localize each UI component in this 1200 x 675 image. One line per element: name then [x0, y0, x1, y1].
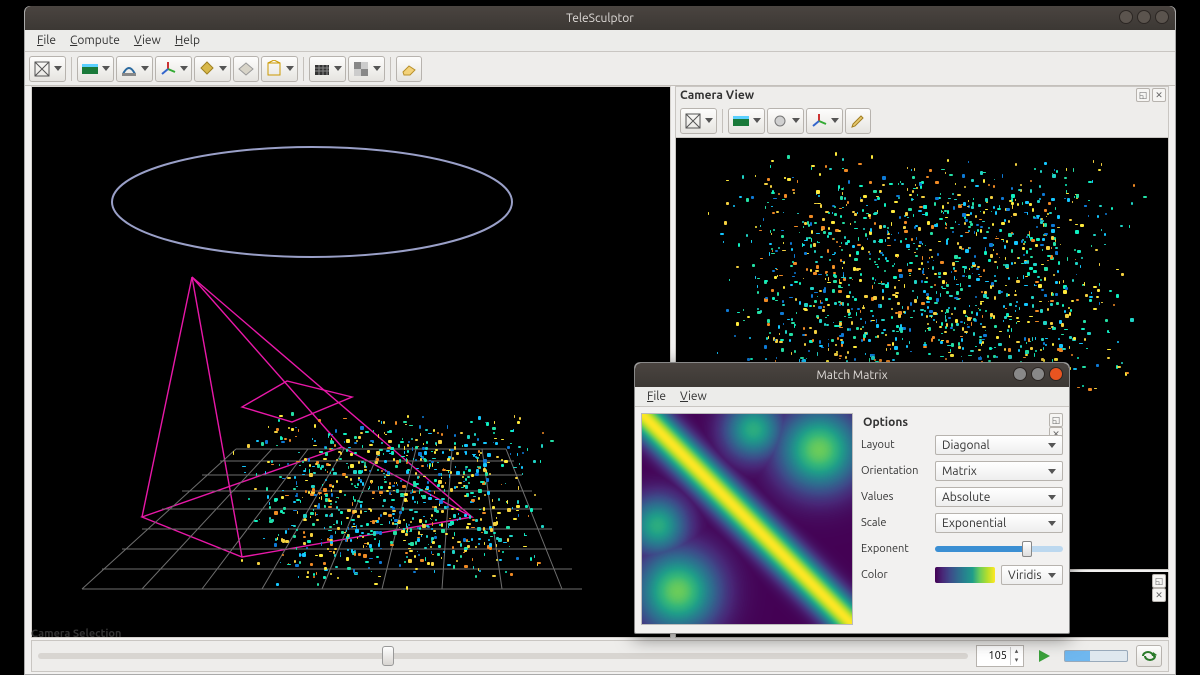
axes-button[interactable]: [155, 56, 192, 82]
camera-view-header: Camera View ◱✕: [675, 86, 1169, 104]
cv-reset-view-button[interactable]: [680, 108, 717, 134]
camera-selection-title: Camera Selection: [31, 628, 121, 640]
color-mode-button[interactable]: [77, 56, 114, 82]
wireframe-button[interactable]: [261, 56, 298, 82]
close-icon[interactable]: [1155, 10, 1169, 24]
reset-view-button[interactable]: [29, 56, 66, 82]
match-matrix-window[interactable]: Match Matrix File View Options ◱✕ Layout…: [634, 362, 1070, 634]
frame-number-input[interactable]: [977, 650, 1009, 662]
render-mode-button[interactable]: [348, 56, 385, 82]
menu-view[interactable]: View: [128, 32, 167, 49]
scale-select[interactable]: Exponential: [935, 513, 1063, 533]
maximize-icon[interactable]: [1031, 367, 1045, 381]
frame-slider[interactable]: [38, 653, 968, 659]
projection-button[interactable]: [116, 56, 153, 82]
colormap-preview: [935, 567, 995, 583]
values-label: Values: [861, 491, 929, 503]
layout-label: Layout: [861, 439, 929, 451]
eraser-button[interactable]: [396, 56, 422, 82]
color-label: Color: [861, 569, 929, 581]
menu-help[interactable]: Help: [169, 32, 206, 49]
close-panel-icon[interactable]: ✕: [1152, 588, 1166, 602]
points-button[interactable]: [194, 56, 231, 82]
landmark-point-cloud: [232, 407, 552, 587]
scale-label: Scale: [861, 517, 929, 529]
mm-menu-view[interactable]: View: [674, 388, 713, 405]
loop-button[interactable]: [1136, 645, 1162, 667]
mm-menubar: File View: [635, 387, 1069, 407]
mm-menu-file[interactable]: File: [641, 388, 672, 405]
minimize-icon[interactable]: [1013, 367, 1027, 381]
camera-view-toolbar: [675, 104, 1169, 138]
close-panel-icon[interactable]: ✕: [1152, 88, 1166, 102]
layout-select[interactable]: Diagonal: [935, 435, 1063, 455]
maximize-icon[interactable]: [1137, 10, 1151, 24]
colormap-select[interactable]: Viridis: [1001, 565, 1063, 585]
cv-image-button[interactable]: [728, 108, 765, 134]
surface-button[interactable]: [233, 56, 259, 82]
orientation-select[interactable]: Matrix: [935, 461, 1063, 481]
undock-icon[interactable]: ◱: [1152, 574, 1166, 588]
match-matrix-heatmap[interactable]: [641, 413, 853, 625]
spin-up-icon[interactable]: ▴: [1010, 647, 1022, 656]
app-title: TeleSculptor: [566, 12, 634, 25]
camera-selection-panel: ▴▾: [31, 640, 1169, 672]
orientation-label: Orientation: [861, 465, 929, 477]
values-select[interactable]: Absolute: [935, 487, 1063, 507]
main-toolbar: [25, 52, 1175, 86]
menu-compute[interactable]: Compute: [64, 32, 126, 49]
main-menubar: File Compute View Help: [25, 30, 1175, 52]
play-button[interactable]: [1032, 644, 1056, 668]
close-icon[interactable]: [1049, 367, 1063, 381]
cv-edit-button[interactable]: [845, 108, 871, 134]
exponent-slider[interactable]: [935, 546, 1063, 552]
cv-overlay-button[interactable]: [767, 108, 804, 134]
frame-spinbox[interactable]: ▴▾: [976, 645, 1024, 667]
spin-down-icon[interactable]: ▾: [1010, 656, 1022, 665]
mm-title: Match Matrix: [816, 369, 887, 382]
mm-titlebar[interactable]: Match Matrix: [635, 363, 1069, 387]
minimize-icon[interactable]: [1119, 10, 1133, 24]
mm-options-panel: Options ◱✕ LayoutDiagonal OrientationMat…: [861, 413, 1063, 627]
mm-options-title: Options: [863, 416, 908, 429]
grid-button[interactable]: [309, 56, 346, 82]
cv-axes-button[interactable]: [806, 108, 843, 134]
menu-file[interactable]: File: [31, 32, 62, 49]
undock-icon[interactable]: ◱: [1049, 413, 1063, 427]
world-view[interactable]: [31, 86, 671, 638]
playback-progress: [1064, 650, 1128, 662]
exponent-label: Exponent: [861, 543, 929, 555]
main-titlebar: TeleSculptor: [25, 6, 1175, 30]
undock-icon[interactable]: ◱: [1136, 88, 1150, 102]
camera-view-title: Camera View: [680, 89, 754, 102]
